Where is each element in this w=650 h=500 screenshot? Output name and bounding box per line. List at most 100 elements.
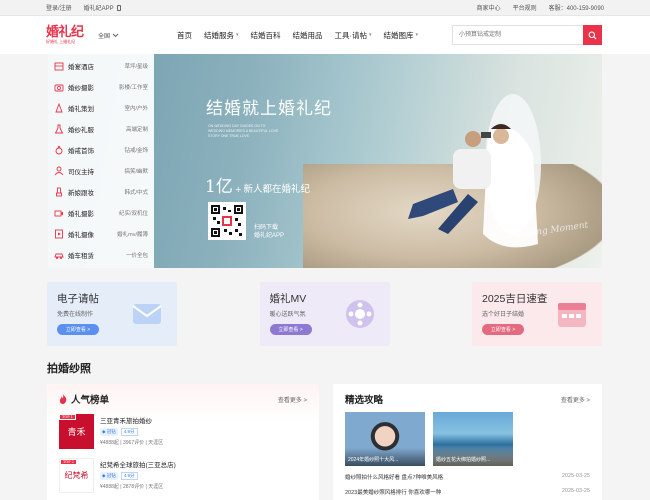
- ranking-panel: 人气榜单 查看更多 > TOP 1 青禾 三亚青禾旅拍婚纱 ◆ 冠钻 4.9分 ¥4888…: [47, 384, 319, 500]
- ranking-item[interactable]: TOP 1 青禾 三亚青禾旅拍婚纱 ◆ 冠钻 4.9分 ¥4888起 | 3967评价 |…: [47, 414, 319, 450]
- vendor-price: ¥4888起: [100, 440, 119, 446]
- makeup-icon: [54, 187, 64, 197]
- customer-service-phone: 客服：400-159-9090: [548, 6, 604, 12]
- vendor-name: 纪梵希全球旅拍(三亚总店): [100, 462, 176, 469]
- feature-card-button[interactable]: 立即查看 >: [269, 324, 312, 335]
- feature-card-button[interactable]: 立即查看 >: [57, 324, 99, 335]
- phone-icon: [116, 4, 121, 11]
- guide-list-item[interactable]: 婚纱照拍什么风格好看 盘点7种唯美风格 2025-03-25: [333, 473, 602, 481]
- side-menu-sublabel: 婚礼mv/履簿: [117, 232, 148, 238]
- diamond-badge: ◆ 冠钻: [100, 428, 118, 436]
- city-selector[interactable]: 全国: [98, 31, 119, 40]
- qr-caption-line1: 扫码下载: [254, 225, 279, 231]
- nav-item-5[interactable]: 结婚图库 ▾: [384, 30, 419, 41]
- side-menu-item-3[interactable]: 婚纱礼服 高端定制: [48, 119, 154, 140]
- rank-tag: TOP 2: [60, 459, 77, 465]
- guides-panel: 精选攻略 查看更多 > 2024年婚纱照十大风... 婚纱五花大绑拍婚纱照... …: [333, 384, 602, 500]
- guide-title: 婚纱照拍什么风格好看 盘点7种唯美风格: [345, 475, 444, 481]
- guide-article-image[interactable]: 2024年婚纱照十大风...: [345, 412, 425, 466]
- nav-item-4[interactable]: 工具·请帖 ▾: [335, 30, 372, 41]
- guide-article-image[interactable]: 婚纱五花大绑拍婚纱照...: [433, 412, 513, 466]
- side-menu-item-4[interactable]: 婚戒首饰 钻戒/金饰: [48, 140, 154, 161]
- search-box: [452, 25, 602, 45]
- side-menu-sublabel: 草坪/星级: [124, 64, 148, 70]
- nav-item-2[interactable]: 结婚百科: [251, 30, 281, 41]
- app-link-label: 婚礼纪APP: [83, 6, 114, 12]
- logo-text: 婚礼纪: [46, 24, 84, 40]
- chevron-down-icon: ▾: [236, 32, 239, 38]
- site-logo[interactable]: 婚礼纪 好婚礼 上婚礼纪: [46, 26, 90, 45]
- ranking-item[interactable]: TOP 2 纪梵希 纪梵希全球旅拍(三亚总店) ◆ 冠钻 4.9分 ¥4888起 | 28…: [47, 458, 319, 494]
- side-menu-sublabel: 室内/户外: [124, 106, 148, 112]
- platform-rules-link[interactable]: 平台规则: [513, 3, 537, 12]
- side-menu-sublabel: 高端定制: [125, 127, 148, 133]
- guide-image-caption: 婚纱五花大绑拍婚纱照...: [433, 448, 513, 466]
- search-input[interactable]: [452, 25, 583, 45]
- search-icon: [588, 31, 597, 40]
- fire-icon: [59, 394, 67, 404]
- guide-date: 2025-03-25: [561, 473, 590, 479]
- side-menu-item-0[interactable]: 婚宴酒店 草坪/星级: [48, 56, 154, 77]
- guides-more-link[interactable]: 查看更多 >: [561, 395, 590, 404]
- app-qr-code: [208, 202, 246, 240]
- side-menu-item-9[interactable]: 婚车租赁 一价全包: [48, 245, 154, 266]
- side-menu-label: 婚纱礼服: [68, 127, 94, 134]
- side-menu-item-5[interactable]: 司仪主持 搞笑/幽默: [48, 161, 154, 182]
- diamond-badge: ◆ 冠钻: [100, 472, 118, 480]
- search-button[interactable]: [583, 25, 602, 45]
- top-utility-bar: 登录/注册 婚礼纪APP 商家中心 平台规则 客服：400-159-9090: [0, 0, 650, 16]
- side-menu-label: 婚礼摄像: [68, 232, 94, 239]
- hero-banner[interactable]: 结婚就上婚礼纪 ON WEDDING DAY GUIDES ON TO WEDD…: [48, 54, 602, 268]
- feature-card-2[interactable]: 2025吉日速查 选个好日子结婚 立即查看 >: [472, 282, 602, 346]
- nav-item-label: 结婚百科: [250, 30, 281, 40]
- side-menu-label: 新娘跟妆: [68, 190, 94, 197]
- nav-item-1[interactable]: 结婚服务 ▾: [204, 30, 239, 41]
- side-menu-item-1[interactable]: 婚纱摄影 影楼/工作室: [48, 77, 154, 98]
- main-nav: 首页 结婚服务 ▾ 结婚百科 结婚用品 工具·请帖 ▾ 结婚图库 ▾: [177, 30, 418, 41]
- vendor-meta: ¥4888起 | 2878评价 | 天涯区: [100, 484, 164, 490]
- calendar-icon: [552, 294, 592, 334]
- side-menu-item-2[interactable]: 婚礼策划 室内/户外: [48, 98, 154, 119]
- chevron-down-icon: ▾: [415, 32, 419, 38]
- feature-card-button[interactable]: 立即查看 >: [482, 324, 524, 335]
- guide-list-item[interactable]: 2023最美婚纱照风格排行 你喜欢哪一种 2025-03-25: [333, 488, 602, 496]
- side-menu-label: 婚礼摄影: [68, 211, 94, 218]
- vendor-logo-text: 青禾: [67, 428, 86, 438]
- side-menu-item-7[interactable]: 婚礼摄影 纪实/双机位: [48, 203, 154, 224]
- login-link[interactable]: 登录/注册: [46, 3, 72, 12]
- diamond-badge-label: 冠钻: [106, 473, 116, 478]
- feature-cards: 电子请帖 免费在线制作 立即查看 > 婚礼MV 暖心送跃气氛 立即查看 > 2025吉日速查…: [47, 282, 602, 346]
- nav-item-label: 结婚服务: [204, 30, 235, 40]
- guide-list: 婚纱照拍什么风格好看 盘点7种唯美风格 2025-03-25 2023最美婚纱照风格…: [333, 473, 602, 496]
- hero-title: 结婚就上婚礼纪: [206, 99, 332, 119]
- side-menu-item-6[interactable]: 新娘跟妆 韩式/中式: [48, 182, 154, 203]
- vendor-area: 天涯区: [148, 484, 164, 490]
- merchant-center-link[interactable]: 商家中心: [477, 3, 501, 12]
- user-count-number: 1亿: [205, 177, 233, 197]
- guide-image-row: 2024年婚纱照十大风... 婚纱五花大绑拍婚纱照...: [333, 412, 602, 466]
- ranking-more-link[interactable]: 查看更多 >: [278, 395, 307, 404]
- side-menu-sublabel: 一价全包: [125, 253, 148, 259]
- hero-fine-print: ON WEDDING DAY GUIDES ON TO WEDDING MEMO…: [208, 124, 279, 138]
- nav-item-label: 首页: [177, 30, 193, 40]
- side-menu-label: 婚车租赁: [68, 253, 94, 260]
- film-icon: [54, 229, 64, 239]
- app-download-link[interactable]: 婚礼纪APP: [84, 3, 121, 12]
- nav-item-3[interactable]: 结婚用品: [293, 30, 323, 41]
- feature-card-1[interactable]: 婚礼MV 暖心送跃气氛 立即查看 >: [259, 282, 390, 346]
- feature-card-0[interactable]: 电子请帖 免费在线制作 立即查看 >: [47, 282, 177, 346]
- rank-tag: TOP 1: [59, 414, 76, 420]
- user-count-plus: +: [234, 185, 242, 194]
- side-menu-item-8[interactable]: 婚礼摄像 婚礼mv/履簿: [48, 224, 154, 245]
- content-panels: 人气榜单 查看更多 > TOP 1 青禾 三亚青禾旅拍婚纱 ◆ 冠钻 4.9分 ¥4888…: [47, 384, 602, 500]
- diamond-icon: ◆: [102, 473, 106, 478]
- diamond-badge-label: 冠钻: [106, 429, 116, 434]
- hero-user-count: 1亿 + 新人都在婚礼纪: [205, 172, 310, 197]
- vendor-meta: ¥4888起 | 3967评价 | 天涯区: [100, 440, 164, 446]
- ring-icon: [54, 145, 64, 155]
- main-header: 婚礼纪 好婚礼 上婚礼纪 全国 首页 结婚服务 ▾ 结婚百科 结婚用品 工具·请帖 ▾ 结婚图…: [0, 16, 650, 54]
- diamond-icon: ◆: [102, 429, 106, 434]
- qr-caption: 扫码下载 婚礼纪APP: [254, 224, 284, 240]
- nav-item-0[interactable]: 首页: [177, 30, 192, 41]
- qr-code-icon: [211, 205, 243, 237]
